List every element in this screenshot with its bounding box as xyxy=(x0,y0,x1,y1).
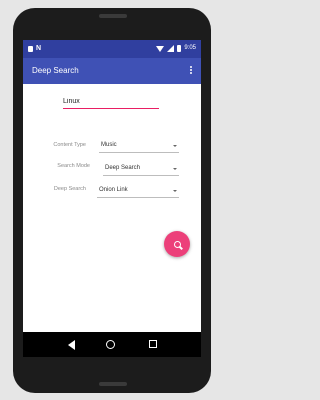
search-mode-dropdown-icon xyxy=(173,168,177,170)
home-icon[interactable] xyxy=(106,340,115,349)
content-type-dropdown-icon xyxy=(173,145,177,147)
search-mode-value: Deep Search xyxy=(105,165,141,171)
content-type-label: Content Type xyxy=(53,142,86,148)
top-speaker xyxy=(99,14,127,18)
search-fab-button[interactable] xyxy=(164,231,190,257)
search-mode-label: Search Mode xyxy=(57,163,90,169)
screen: N 9:05 Deep Search Content Type Music Se… xyxy=(23,40,201,357)
search-input[interactable] xyxy=(63,95,159,107)
back-icon[interactable] xyxy=(68,340,75,350)
overflow-menu-icon[interactable] xyxy=(190,66,193,74)
search-input-underline xyxy=(63,108,159,109)
status-time: 9:05 xyxy=(184,45,196,51)
search-icon xyxy=(173,240,181,248)
wifi-icon xyxy=(156,45,165,52)
sd-card-icon xyxy=(28,45,33,52)
content-type-value: Music xyxy=(101,142,117,148)
deep-search-dropdown-icon xyxy=(173,190,177,192)
deep-search-value: Onion Link xyxy=(99,187,128,193)
app-bar: Deep Search xyxy=(23,58,201,84)
deep-search-label: Deep Search xyxy=(53,186,86,192)
bottom-speaker xyxy=(99,382,127,386)
signal-icon xyxy=(167,45,175,52)
notification-n-icon: N xyxy=(36,45,42,52)
navigation-bar xyxy=(23,332,201,357)
app-title: Deep Search xyxy=(32,66,79,75)
status-bar: N 9:05 xyxy=(23,40,201,58)
battery-icon xyxy=(177,45,182,52)
recents-icon[interactable] xyxy=(149,340,157,348)
